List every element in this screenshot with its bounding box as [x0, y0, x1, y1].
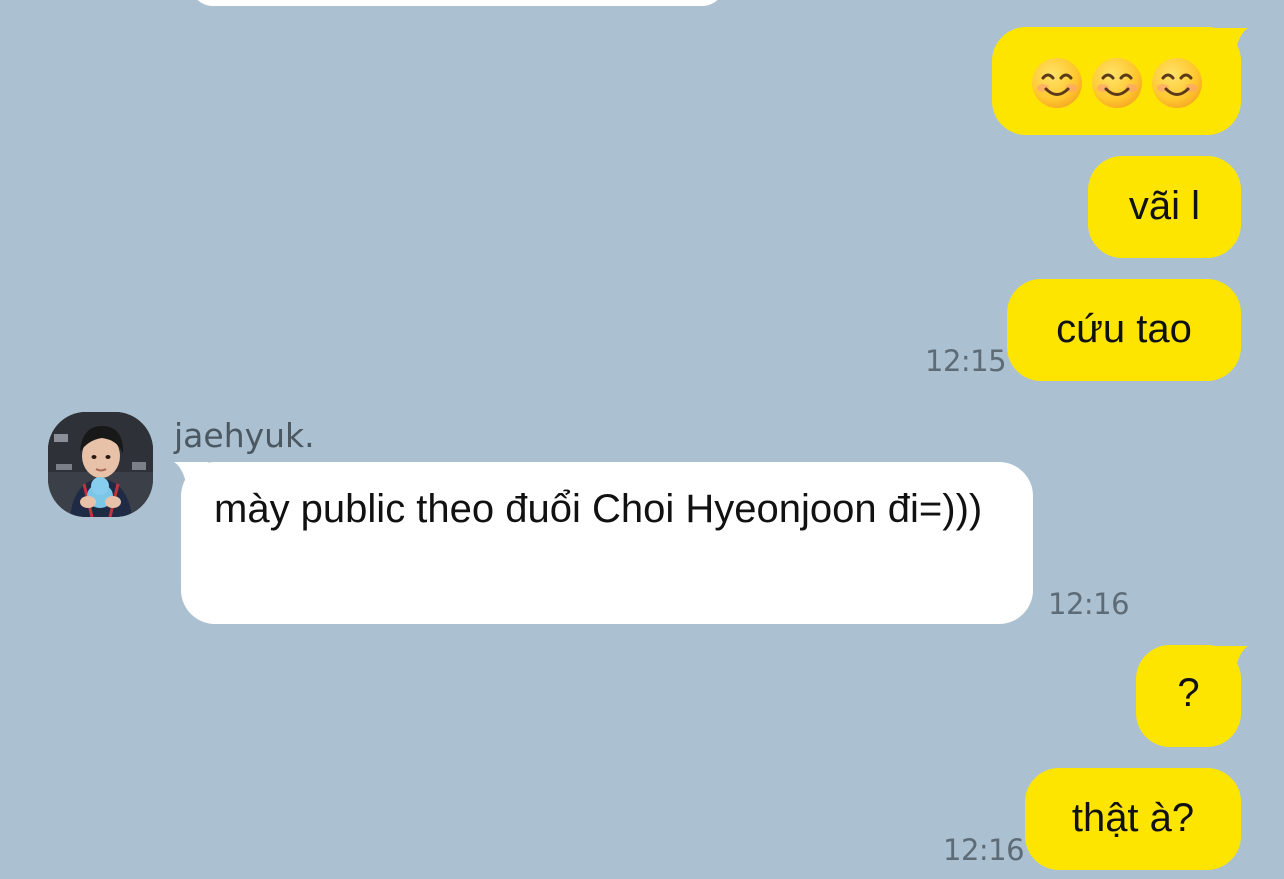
smiling-face-icon [1091, 58, 1142, 109]
message-timestamp: 12:15 [925, 344, 1007, 378]
previous-message-bubble[interactable] [190, 0, 725, 6]
outgoing-message-emoji[interactable] [992, 27, 1241, 135]
smiling-face-icon [1031, 58, 1082, 109]
outgoing-message[interactable]: ? [1136, 645, 1241, 747]
message-timestamp: 12:16 [1048, 587, 1130, 621]
chat-messages-area[interactable]: vãi l cứu tao 12:15 jaehyuk. mày public … [0, 0, 1284, 879]
sender-name[interactable]: jaehyuk. [174, 416, 315, 455]
sender-avatar[interactable] [48, 412, 153, 517]
outgoing-message[interactable]: vãi l [1088, 156, 1241, 258]
outgoing-message[interactable]: cứu tao [1007, 279, 1241, 381]
smiling-face-icon [1151, 58, 1202, 109]
incoming-message[interactable]: mày public theo đuổi Choi Hyeonjoon đi=)… [181, 462, 1033, 624]
avatar-photo [48, 412, 153, 517]
outgoing-message[interactable]: thật à? [1025, 768, 1241, 870]
message-timestamp: 12:16 [943, 833, 1025, 867]
